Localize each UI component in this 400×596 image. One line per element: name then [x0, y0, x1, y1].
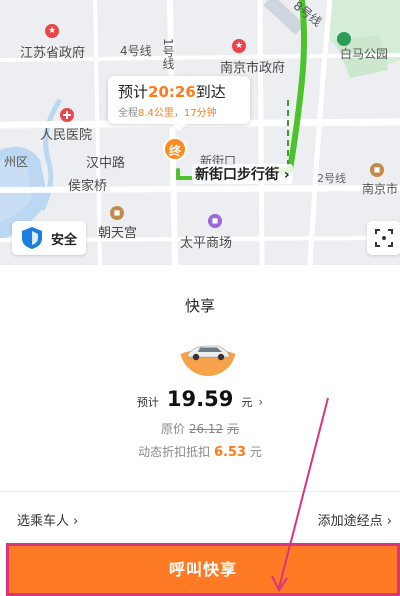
map-label-jiangsu-gov: 江苏省政府	[20, 46, 86, 61]
discount-value: 6.53	[213, 445, 247, 460]
map-label-nanjing-station: 南京市	[362, 182, 399, 196]
eta-bubble: 预计20:26到达 全程8.4公里，17分钟	[108, 76, 250, 131]
discount-row: 动态折扣抵扣 6.53 元	[0, 443, 400, 460]
map-label-line1: 1号线	[161, 38, 175, 70]
eta-suffix: 到达	[195, 83, 226, 101]
government-poi-icon: ★	[232, 39, 246, 53]
fullscreen-icon	[375, 229, 393, 247]
price-value: 19.59	[166, 387, 234, 411]
map-label-chaotiangong: 朝天宫	[98, 226, 138, 241]
divider	[0, 491, 400, 492]
estimated-price[interactable]: 预计 19.59 元 ›	[0, 387, 400, 411]
recenter-button[interactable]	[367, 221, 400, 255]
map-label-district: 州区	[4, 155, 29, 169]
landmark-poi-icon: ◼	[370, 163, 384, 177]
safety-label: 安全	[51, 232, 78, 248]
map-label-renmin-hospital: 人民医院	[40, 128, 93, 143]
original-price-value: 26.12	[188, 422, 224, 436]
add-waypoint-option[interactable]: 添加途经点 ›	[318, 510, 392, 529]
map-label-baima-park: 白马公园	[340, 47, 389, 61]
trip-duration: 17分钟	[183, 108, 217, 119]
safety-button[interactable]: 安全	[12, 221, 86, 255]
trip-distance: 8.4公里	[138, 108, 174, 119]
landmark-poi-icon: ◼	[110, 206, 124, 220]
car-image	[180, 320, 236, 376]
shield-icon	[22, 227, 42, 249]
map-label-taiping-mall: 太平商场	[180, 236, 233, 251]
destination-label[interactable]: 新街口步行街 ›	[192, 164, 293, 184]
map-label-hanzhong-rd: 汉中路	[86, 156, 126, 171]
government-poi-icon: ★	[45, 24, 59, 38]
discount-unit: 元	[249, 445, 262, 459]
original-price-label: 原价	[160, 422, 185, 436]
park-poi-icon	[337, 32, 351, 46]
map-label-houjiaqiao: 侯家桥	[68, 179, 108, 194]
eta-time: 20:26	[148, 83, 196, 101]
price-unit: 元	[241, 396, 253, 409]
trip-separator: ，	[173, 108, 184, 119]
destination-marker-icon: 终	[163, 137, 187, 161]
chevron-right-icon: ›	[258, 395, 264, 409]
ride-panel: 快享 预计 19.59 元 › 原价 26.12 元 动态折扣抵扣 6.53 元…	[0, 265, 400, 596]
trip-sub-prefix: 全程	[118, 108, 138, 119]
call-ride-button[interactable]: 呼叫快享	[6, 543, 400, 596]
car-type-title: 快享	[184, 297, 215, 315]
select-passenger-option[interactable]: 选乘车人 ›	[17, 510, 78, 529]
map-label-line2: 2号线	[317, 172, 346, 185]
original-price-unit: 元	[227, 422, 240, 436]
hospital-poi-icon	[60, 108, 74, 122]
original-price: 原价 26.12 元	[0, 420, 400, 437]
car-icon	[180, 320, 236, 376]
map-label-nanjing-gov: 南京市政府	[220, 61, 286, 76]
map-label-line4: 4号线	[120, 44, 152, 58]
shopping-poi-icon: ◼	[208, 214, 222, 228]
discount-label: 动态折扣抵扣	[138, 445, 211, 459]
map-view[interactable]: 8号线 江苏省政府 4号线 1号线 南京市政府 白马公园 人民医院 州区 汉中路…	[0, 0, 400, 265]
price-label: 预计	[136, 396, 159, 409]
eta-prefix: 预计	[118, 83, 149, 101]
